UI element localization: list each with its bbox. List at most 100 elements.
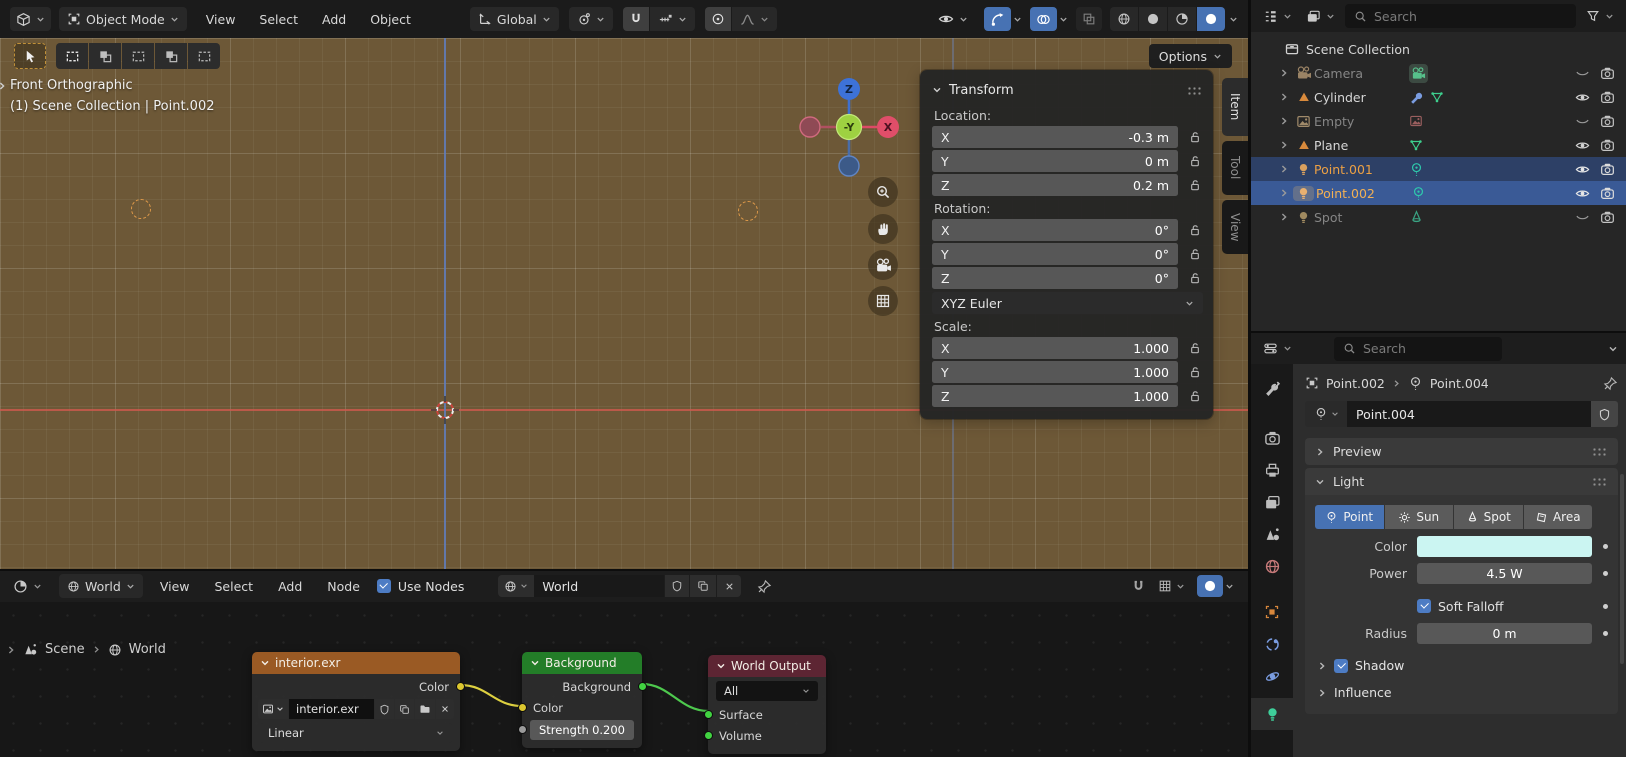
- menu-view[interactable]: View: [201, 12, 241, 27]
- render-visibility-icon[interactable]: [1595, 162, 1620, 177]
- render-visibility-icon[interactable]: [1595, 138, 1620, 153]
- rotation-x-field[interactable]: X0°: [932, 219, 1178, 241]
- light-type-spot[interactable]: Spot: [1454, 505, 1523, 529]
- gizmos-dropdown[interactable]: [1013, 15, 1022, 24]
- transform-panel-header[interactable]: Transform: [932, 77, 1203, 103]
- influence-subpanel-header[interactable]: Influence: [1317, 685, 1618, 700]
- outliner-row-point-001[interactable]: Point.001: [1251, 157, 1626, 181]
- axis-negx-ball[interactable]: [800, 117, 820, 137]
- image-browse-button[interactable]: [258, 699, 288, 719]
- socket-strength-input[interactable]: [518, 725, 527, 734]
- fake-user-shield-button[interactable]: [665, 575, 689, 597]
- sidebar-tab-view[interactable]: View: [1222, 200, 1248, 254]
- tab-tool[interactable]: [1251, 372, 1293, 404]
- visibility-eye-icon[interactable]: [1570, 90, 1595, 105]
- preview-panel-header[interactable]: Preview: [1305, 438, 1618, 465]
- chevron-down-icon[interactable]: [530, 658, 540, 668]
- properties-search-input[interactable]: Search: [1334, 337, 1502, 361]
- visibility-eye-icon[interactable]: [1570, 138, 1595, 153]
- pivot-point-dropdown[interactable]: [569, 7, 613, 31]
- path-scene[interactable]: Scene: [45, 642, 85, 657]
- image-data-icon[interactable]: [1409, 114, 1423, 128]
- mesh-data-icon[interactable]: [1430, 90, 1444, 104]
- point-light-data-icon[interactable]: [1411, 186, 1426, 201]
- menu-add[interactable]: Add: [273, 579, 307, 594]
- menu-add[interactable]: Add: [317, 12, 351, 27]
- scrollbar[interactable]: [1620, 474, 1624, 664]
- world-browse-button[interactable]: [498, 575, 534, 597]
- disclosure-icon[interactable]: [1275, 164, 1293, 174]
- hide-eye-closed-icon[interactable]: [1570, 66, 1595, 81]
- soft-falloff-checkbox[interactable]: [1417, 599, 1431, 613]
- shader-type-dropdown[interactable]: World: [59, 574, 143, 598]
- show-gizmos-toggle[interactable]: [984, 7, 1011, 31]
- use-nodes-checkbox[interactable]: [377, 579, 391, 593]
- shader-editor-type-button[interactable]: [8, 574, 47, 598]
- light-datablock-browse-button[interactable]: [1305, 401, 1347, 427]
- outliner-search-input[interactable]: Search: [1345, 4, 1576, 28]
- overlay-dropdown[interactable]: [1225, 582, 1234, 591]
- menu-select[interactable]: Select: [254, 12, 303, 27]
- tab-physics[interactable]: [1251, 660, 1293, 692]
- object-visibility-dropdown[interactable]: [930, 7, 976, 31]
- render-visibility-icon[interactable]: [1595, 186, 1620, 201]
- pin-icon[interactable]: [1603, 376, 1618, 391]
- shadow-subpanel-header[interactable]: Shadow: [1317, 658, 1618, 673]
- tab-scene[interactable]: [1251, 518, 1293, 550]
- display-mode-dropdown[interactable]: [1302, 4, 1339, 28]
- world-name-field[interactable]: World: [534, 575, 664, 597]
- lock-open-icon[interactable]: [1187, 223, 1203, 237]
- scale-y-field[interactable]: Y1.000: [932, 361, 1178, 383]
- select-mode-subtract-button[interactable]: [122, 43, 154, 69]
- tab-constraints[interactable]: [1251, 628, 1293, 660]
- properties-options-dropdown[interactable]: [1608, 344, 1618, 354]
- editor-type-button[interactable]: [10, 7, 51, 31]
- fake-user-shield-button[interactable]: [375, 699, 394, 719]
- image-name-field[interactable]: interior.exr: [289, 699, 374, 719]
- properties-editor-type-button[interactable]: [1259, 337, 1296, 361]
- radius-field[interactable]: 0 m: [1417, 623, 1592, 644]
- node-header[interactable]: Background: [522, 652, 642, 674]
- lock-open-icon[interactable]: [1187, 365, 1203, 379]
- snapping-magnet-icon[interactable]: [1131, 579, 1146, 594]
- rotation-mode-dropdown[interactable]: XYZ Euler: [932, 292, 1203, 314]
- outliner-row-scene-collection[interactable]: Scene Collection: [1251, 37, 1626, 61]
- location-y-field[interactable]: Y0 m: [932, 150, 1178, 172]
- socket-volume-input[interactable]: [704, 731, 713, 740]
- new-copy-button[interactable]: [690, 575, 716, 597]
- orthographic-toggle-button[interactable]: [868, 286, 898, 316]
- tab-view-layer[interactable]: [1251, 486, 1293, 518]
- outliner-row-plane[interactable]: Plane: [1251, 133, 1626, 157]
- fake-user-shield-button[interactable]: [1591, 401, 1618, 427]
- socket-color-input[interactable]: [518, 703, 527, 712]
- visibility-eye-icon[interactable]: [1570, 162, 1595, 177]
- animate-dot[interactable]: [1603, 604, 1608, 609]
- strength-field[interactable]: Strength 0.200: [530, 720, 634, 740]
- node-canvas[interactable]: Scene World interior.exr Color: [0, 602, 1248, 757]
- shadow-checkbox[interactable]: [1334, 659, 1348, 673]
- point-light-gizmo[interactable]: [131, 199, 151, 219]
- disclosure-icon[interactable]: [1275, 212, 1293, 222]
- visibility-eye-icon[interactable]: [1570, 186, 1595, 201]
- node-header[interactable]: interior.exr: [252, 652, 460, 674]
- proportional-editing-toggle[interactable]: [705, 7, 731, 31]
- node-header[interactable]: World Output: [708, 655, 826, 677]
- output-target-dropdown[interactable]: All: [716, 681, 818, 701]
- filter-dropdown[interactable]: [1582, 4, 1618, 28]
- region-expand-arrow[interactable]: [6, 645, 16, 655]
- spot-light-data-icon[interactable]: [1409, 210, 1424, 225]
- axis-negz-ball[interactable]: [839, 156, 859, 176]
- drag-handle-icon[interactable]: [1187, 86, 1203, 95]
- disclosure-icon[interactable]: [1275, 140, 1293, 150]
- menu-select[interactable]: Select: [210, 579, 259, 594]
- disclosure-icon[interactable]: [1275, 188, 1293, 198]
- animate-dot[interactable]: [1603, 631, 1608, 636]
- tab-world[interactable]: [1251, 550, 1293, 582]
- lock-open-icon[interactable]: [1187, 178, 1203, 192]
- select-mode-set-button[interactable]: [56, 43, 88, 69]
- datablock-name-field[interactable]: Point.004: [1347, 401, 1591, 427]
- open-folder-button[interactable]: [415, 699, 435, 719]
- copy-button[interactable]: [395, 699, 414, 719]
- socket-color-output[interactable]: [456, 682, 465, 691]
- xray-toggle[interactable]: [1076, 7, 1102, 31]
